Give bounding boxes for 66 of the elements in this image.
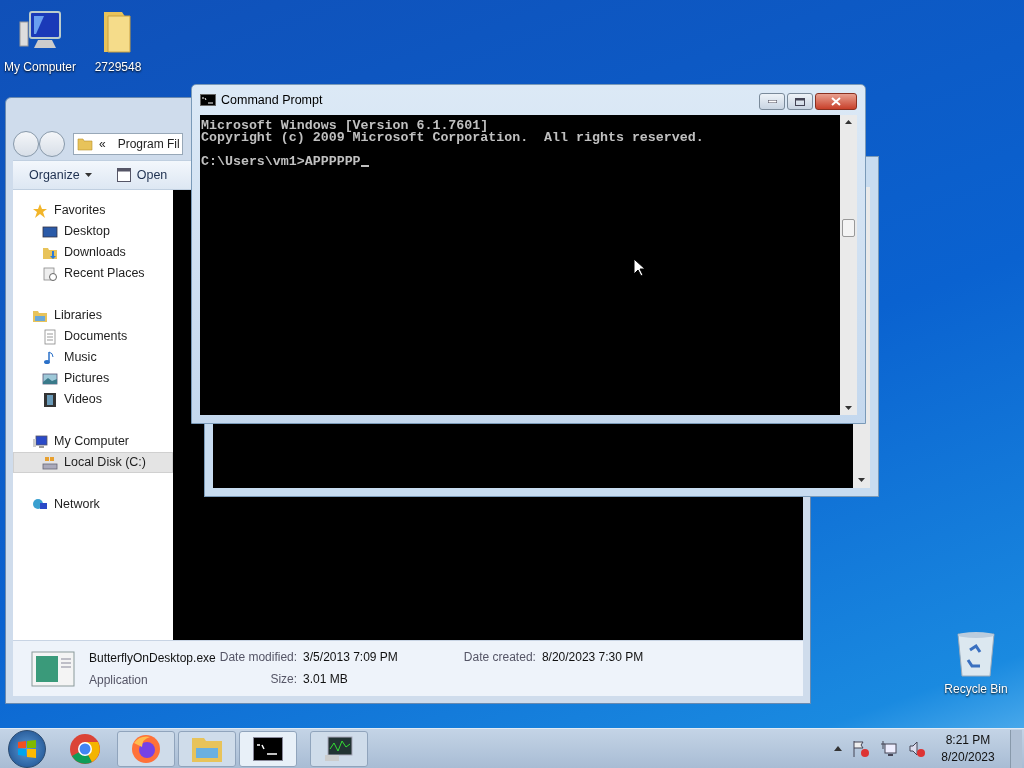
- start-button[interactable]: [8, 729, 46, 768]
- sidebar-item[interactable]: Desktop: [13, 221, 173, 242]
- sidebar-item[interactable]: Pictures: [13, 368, 173, 389]
- recycle-bin-icon: [954, 630, 998, 678]
- speaker-muted-icon[interactable]: [908, 739, 926, 758]
- flag-error-icon[interactable]: [852, 739, 870, 758]
- film-icon: [42, 391, 58, 408]
- command-prompt-line: C:\Users\vm1>APPPPPP: [201, 156, 361, 168]
- console-line: Copyright (c) 2009 Microsoft Corporation. All rights reserved.: [201, 132, 704, 144]
- toolbar-button[interactable]: Organize: [19, 163, 102, 187]
- taskbar-button[interactable]: [310, 730, 368, 767]
- scroll-down-arrow-icon: [845, 406, 852, 410]
- monitor-icon: [42, 223, 58, 240]
- mouse-pointer-icon: [633, 258, 645, 277]
- document-clock-icon: [42, 265, 58, 282]
- drive-icon: [42, 454, 58, 471]
- chrome-logo-icon: [69, 732, 101, 765]
- sidebar-item[interactable]: Music: [13, 347, 173, 368]
- computer-icon: [32, 433, 48, 450]
- picture-icon: [42, 370, 58, 387]
- star-icon: [32, 202, 48, 219]
- scroll-up-arrow-icon: [845, 120, 852, 124]
- firefox-logo-icon: [130, 732, 162, 765]
- sidebar-item[interactable]: Network: [13, 494, 173, 515]
- minimize-icon: [767, 100, 777, 103]
- detail-value: 3/5/2013 7:09 PM: [303, 648, 398, 666]
- sidebar-item[interactable]: Favorites: [13, 200, 173, 221]
- sidebar-item[interactable]: Downloads: [13, 242, 173, 263]
- detail-value: 3.01 MB: [303, 670, 349, 688]
- file-type: Application: [89, 671, 149, 689]
- scroll-down-arrow-icon: [858, 477, 865, 482]
- show-hidden-icons-icon[interactable]: [834, 746, 842, 751]
- window-title: Command Prompt: [221, 91, 323, 109]
- detail-value: 8/20/2023 7:30 PM: [541, 648, 644, 666]
- terminal-icon: [253, 736, 283, 761]
- caret-icon: [84, 173, 92, 177]
- monitor-graph-icon: [324, 734, 354, 763]
- desktop-icon-label[interactable]: My Computer: [4, 58, 76, 76]
- terminal-icon: [200, 94, 216, 106]
- desktop-icon-label[interactable]: 2729548: [94, 58, 142, 76]
- text-cursor: [360, 165, 369, 167]
- maximize-button[interactable]: [787, 93, 813, 110]
- document-icon: [42, 328, 58, 345]
- network-icon[interactable]: [880, 739, 898, 758]
- clock[interactable]: 8:21 PM 8/20/2023: [936, 731, 1000, 766]
- application-icon: [115, 167, 132, 183]
- application-window-icon: [31, 650, 75, 687]
- detail-label: Date modified:: [219, 648, 298, 666]
- sidebar-item[interactable]: Videos: [13, 389, 173, 410]
- windows-logo-icon: [17, 739, 37, 758]
- sidebar-item[interactable]: My Computer: [13, 431, 173, 452]
- file-name: ButterflyOnDesktop.exe: [89, 649, 216, 667]
- close-icon: [831, 97, 841, 106]
- detail-label: Size:: [269, 670, 298, 688]
- toolbar-button[interactable]: Open: [105, 163, 178, 187]
- maximize-icon: [795, 97, 805, 106]
- taskbar-button[interactable]: [239, 730, 297, 767]
- scroll-thumb[interactable]: [842, 219, 855, 237]
- console-line: Microsoft Windows [Version 6.1.7601]: [201, 120, 489, 132]
- address-bar[interactable]: « Program Fil: [73, 133, 183, 155]
- sidebar-item[interactable]: Documents: [13, 326, 173, 347]
- sidebar-item[interactable]: Local Disk (C:): [13, 452, 173, 473]
- detail-label: Date created:: [463, 648, 536, 666]
- sidebar-item[interactable]: Recent Places: [13, 263, 173, 284]
- close-button[interactable]: [815, 93, 857, 110]
- sidebar-item[interactable]: Libraries: [13, 305, 173, 326]
